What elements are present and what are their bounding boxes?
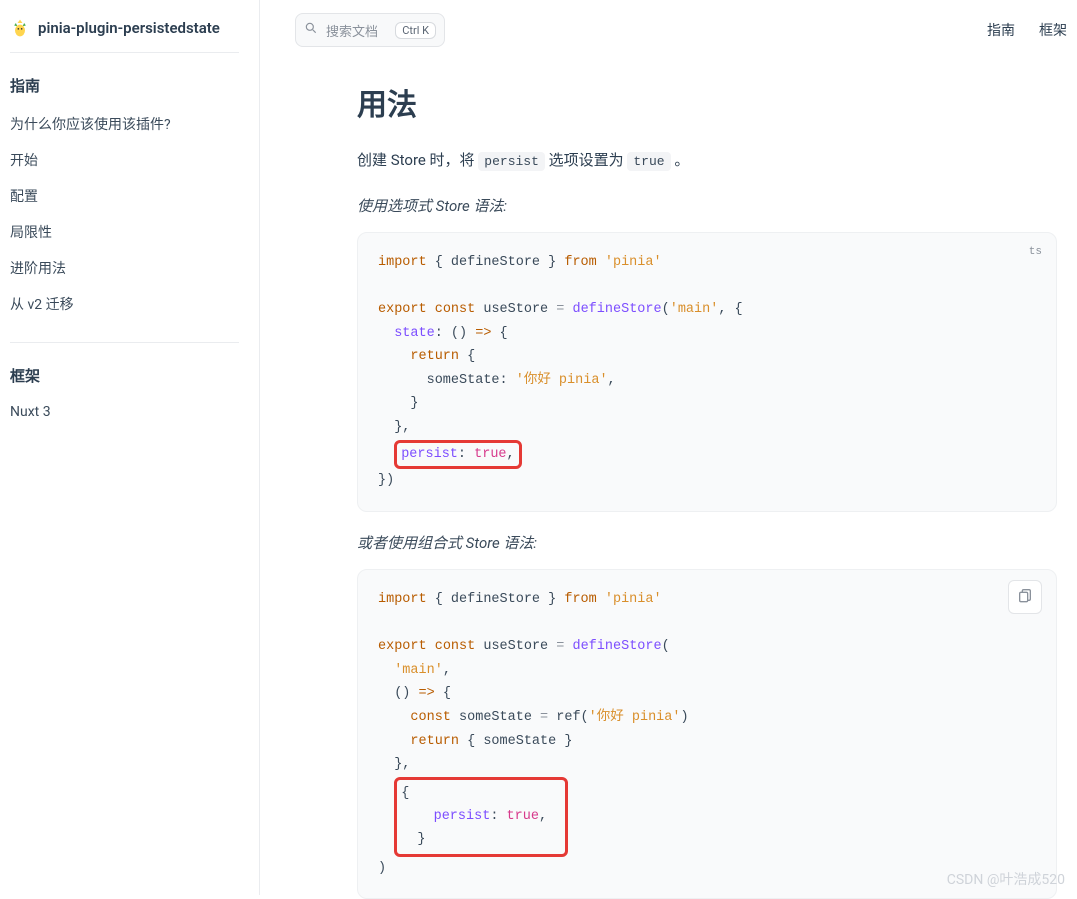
main-content: 用法 创建 Store 时，将 persist 选项设置为 true 。 使用选… [357, 64, 1057, 895]
top-nav: 指南 框架 [987, 20, 1067, 40]
nav-guide[interactable]: 指南 [987, 20, 1015, 40]
sidebar-item-limits[interactable]: 局限性 [10, 214, 239, 250]
sidebar-item-config[interactable]: 配置 [10, 178, 239, 214]
nav-framework[interactable]: 框架 [1039, 20, 1067, 40]
copy-button[interactable] [1008, 580, 1042, 614]
clipboard-icon [1017, 587, 1033, 606]
sidebar-group-guide: 指南 为什么你应该使用该插件? 开始 配置 局限性 进阶用法 从 v2 迁移 [10, 75, 239, 322]
sidebar-group-framework: 框架 Nuxt 3 [10, 365, 239, 428]
sidebar-item-why[interactable]: 为什么你应该使用该插件? [10, 106, 239, 142]
subhead-options-store: 使用选项式 Store 语法: [357, 195, 1057, 216]
sidebar-head-framework: 框架 [10, 365, 239, 386]
inline-code-persist: persist [478, 152, 545, 171]
search-shortcut: Ctrl K [395, 22, 436, 39]
sidebar-item-nuxt3[interactable]: Nuxt 3 [10, 396, 239, 428]
code-lang-label: ts [1029, 243, 1042, 262]
topbar: 搜索文档 Ctrl K 指南 框架 [295, 10, 1067, 50]
inline-code-true: true [627, 152, 670, 171]
intro-paragraph: 创建 Store 时，将 persist 选项设置为 true 。 [357, 146, 1057, 175]
sidebar-item-start[interactable]: 开始 [10, 142, 239, 178]
sidebar-item-migrate[interactable]: 从 v2 迁移 [10, 286, 239, 322]
sidebar: pinia-plugin-persistedstate 指南 为什么你应该使用该… [0, 0, 260, 895]
code-block-options: ts import { defineStore } from 'pinia' e… [357, 232, 1057, 512]
code-block-composition: import { defineStore } from 'pinia' expo… [357, 569, 1057, 899]
subhead-composition-store: 或者使用组合式 Store 语法: [357, 532, 1057, 553]
brand[interactable]: pinia-plugin-persistedstate [10, 14, 239, 53]
highlight-persist-1: persist: true, [394, 440, 521, 470]
search-placeholder: 搜索文档 [326, 21, 378, 40]
logo-icon [10, 18, 30, 38]
page-title: 用法 [357, 80, 1057, 124]
search-icon [304, 21, 318, 39]
highlight-persist-2: { persist: true, } [394, 777, 568, 857]
sidebar-divider [10, 342, 239, 343]
sidebar-head-guide: 指南 [10, 75, 239, 96]
search-button[interactable]: 搜索文档 Ctrl K [295, 13, 445, 47]
brand-title: pinia-plugin-persistedstate [38, 19, 220, 37]
sidebar-item-advanced[interactable]: 进阶用法 [10, 250, 239, 286]
